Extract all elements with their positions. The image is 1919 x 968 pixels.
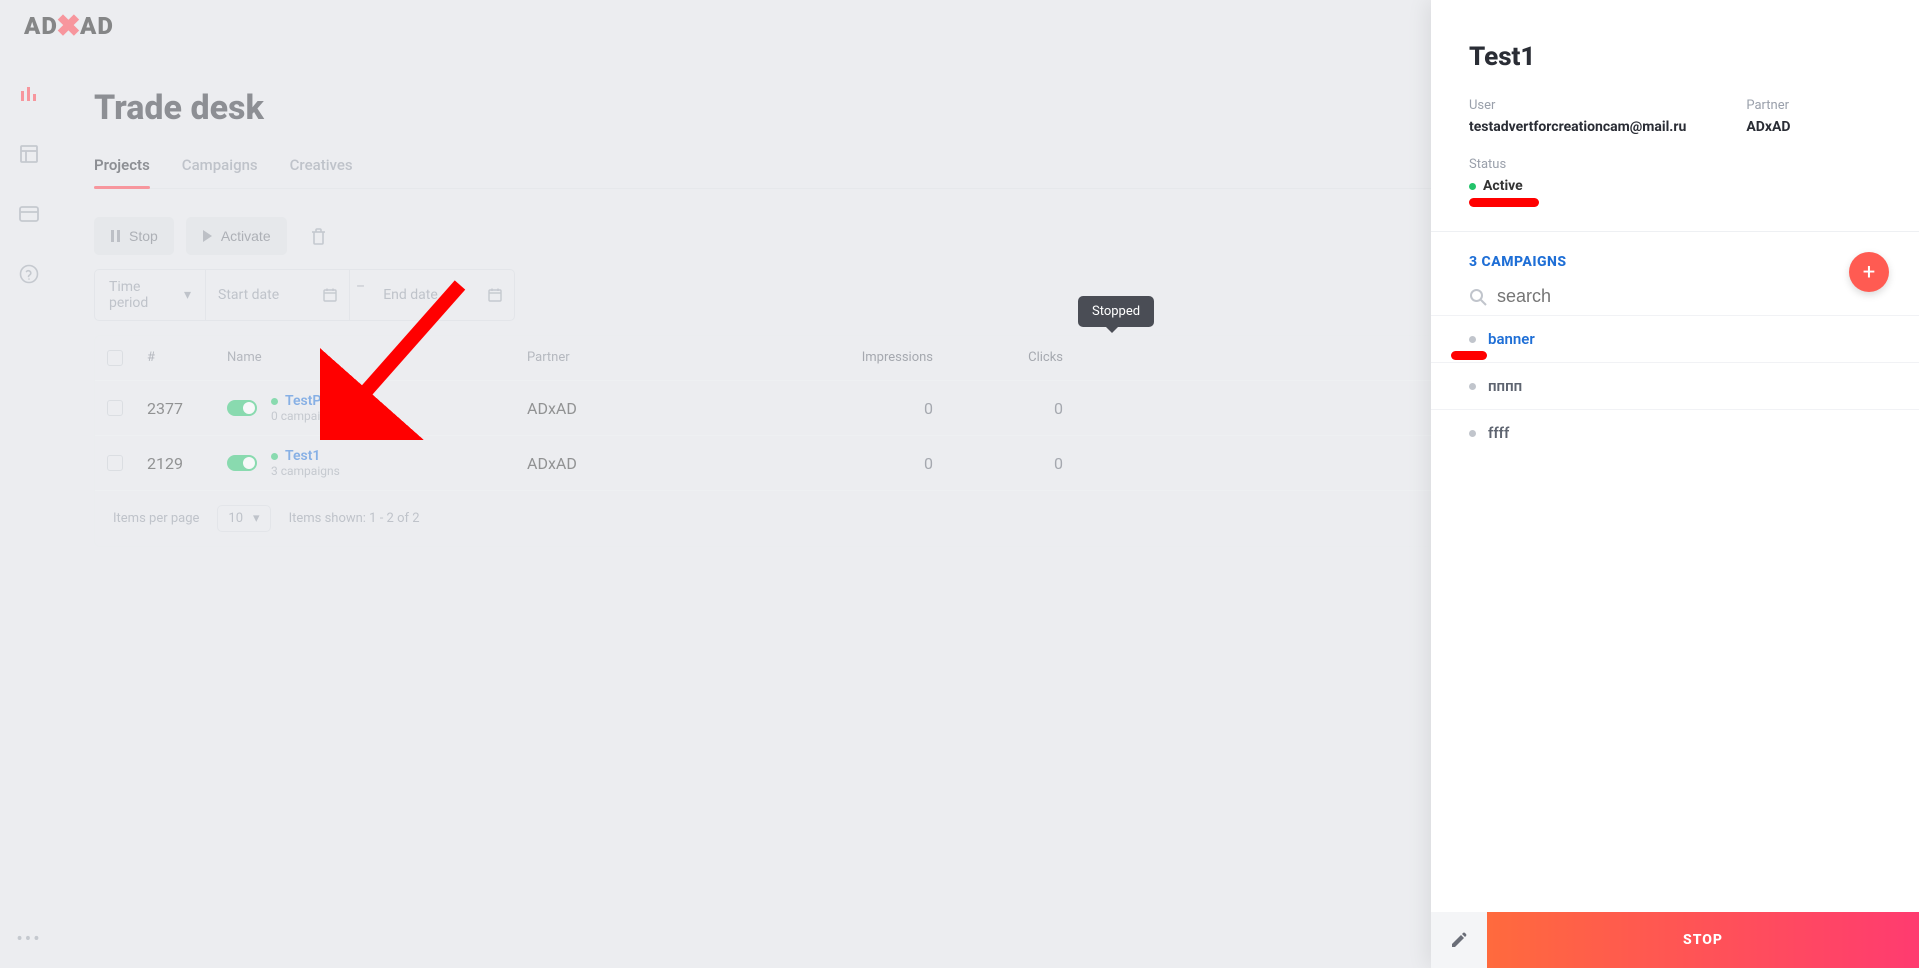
panel-stop-label: STOP: [1683, 932, 1723, 948]
calendar-icon: [323, 288, 337, 302]
partner-value: ADxAD: [1746, 119, 1790, 135]
period-label: Time period: [109, 279, 174, 311]
tab-campaigns[interactable]: Campaigns: [182, 156, 258, 188]
row-impressions: 0: [787, 454, 957, 473]
user-label: User: [1469, 98, 1686, 113]
row-checkbox[interactable]: [107, 455, 123, 471]
row-partner: ADxAD: [527, 454, 787, 473]
stop-label: Stop: [129, 228, 158, 244]
play-icon: [202, 230, 213, 242]
project-link[interactable]: TestProject: [285, 393, 357, 409]
stop-button[interactable]: Stop: [94, 217, 174, 255]
campaign-name: ffff: [1488, 424, 1509, 442]
activate-button[interactable]: Activate: [186, 217, 287, 255]
sidebar-item-layout[interactable]: [17, 142, 41, 166]
campaign-search[interactable]: [1431, 280, 1919, 315]
date-separator: –: [350, 269, 371, 321]
campaign-item-banner[interactable]: banner: [1431, 315, 1919, 362]
logo[interactable]: AD ✖ AD: [24, 9, 114, 44]
items-shown: Items shown: 1 - 2 of 2: [289, 511, 420, 526]
select-all-checkbox[interactable]: [107, 350, 123, 366]
panel-stop-button[interactable]: STOP: [1487, 912, 1919, 968]
delete-button[interactable]: [299, 217, 339, 255]
start-placeholder: Start date: [218, 287, 279, 303]
end-placeholder: End date: [383, 287, 438, 303]
stopped-dot-icon: [1469, 383, 1476, 390]
project-sub: 0 campaigns: [271, 409, 357, 423]
start-date-input[interactable]: Start date: [206, 269, 350, 321]
col-id: #: [147, 350, 227, 366]
time-period-select[interactable]: Time period ▾: [94, 269, 206, 321]
edit-button[interactable]: [1431, 912, 1487, 968]
end-date-input[interactable]: End date: [371, 269, 515, 321]
stopped-dot-icon: [1469, 336, 1476, 343]
project-sub: 3 campaigns: [271, 464, 340, 478]
sidebar: •••: [0, 52, 58, 968]
row-impressions: 0: [787, 399, 957, 418]
campaign-item[interactable]: пппп: [1431, 362, 1919, 409]
chevron-down-icon: ▾: [184, 287, 191, 303]
campaign-item[interactable]: ffff: [1431, 409, 1919, 456]
col-impressions: Impressions: [787, 350, 957, 366]
search-icon: [1469, 288, 1487, 306]
panel-title: Test1: [1469, 42, 1881, 72]
row-name-cell: Test1 3 campaigns: [227, 448, 527, 478]
sidebar-more-icon[interactable]: •••: [16, 927, 41, 950]
stopped-dot-icon: [1469, 430, 1476, 437]
status-value: Active: [1469, 178, 1881, 194]
user-value: testadvertforcreationcam@mail.ru: [1469, 119, 1686, 135]
panel-footer: STOP: [1431, 912, 1919, 968]
project-link[interactable]: Test1: [285, 448, 320, 464]
sidebar-item-card[interactable]: [17, 202, 41, 226]
col-partner: Partner: [527, 350, 787, 366]
tooltip-text: Stopped: [1092, 304, 1140, 319]
status-text: Active: [1483, 178, 1523, 194]
search-input[interactable]: [1497, 286, 1881, 307]
tab-creatives[interactable]: Creatives: [290, 156, 353, 188]
sidebar-item-help[interactable]: [17, 262, 41, 286]
sidebar-item-analytics[interactable]: [17, 82, 41, 106]
row-clicks: 0: [957, 454, 1087, 473]
row-name-cell: TestProject 0 campaigns: [227, 393, 527, 423]
annotation-underline-icon: [1469, 198, 1539, 207]
status-dot-icon: [271, 398, 278, 405]
logo-x-icon: ✖: [56, 9, 82, 44]
annotation-underline-icon: [1451, 351, 1487, 360]
campaigns-heading: 3 CAMPAIGNS: [1469, 254, 1881, 270]
tooltip-stopped: Stopped: [1078, 296, 1154, 327]
col-name: Name: [227, 350, 527, 366]
row-clicks: 0: [957, 399, 1087, 418]
activate-label: Activate: [221, 228, 271, 244]
row-id: 2129: [147, 454, 227, 473]
active-toggle[interactable]: [227, 400, 257, 416]
row-checkbox[interactable]: [107, 400, 123, 416]
pause-icon: [110, 230, 121, 242]
calendar-icon: [488, 288, 502, 302]
project-side-panel: Test1 User testadvertforcreationcam@mail…: [1431, 0, 1919, 968]
pencil-icon: [1450, 931, 1468, 949]
status-label: Status: [1469, 157, 1881, 172]
row-id: 2377: [147, 399, 227, 418]
status-dot-icon: [1469, 183, 1476, 190]
per-page-value: 10: [228, 511, 243, 526]
tab-projects[interactable]: Projects: [94, 156, 150, 188]
partner-label: Partner: [1746, 98, 1790, 113]
logo-left: AD: [24, 12, 58, 40]
chevron-down-icon: ▾: [253, 511, 260, 526]
logo-right: AD: [80, 12, 114, 40]
campaign-name: banner: [1488, 330, 1535, 348]
col-clicks: Clicks: [957, 350, 1087, 366]
status-dot-icon: [271, 453, 278, 460]
campaign-name: пппп: [1488, 377, 1522, 395]
add-button[interactable]: +: [1849, 252, 1889, 292]
row-partner: ADxAD: [527, 399, 787, 418]
per-page-select[interactable]: 10 ▾: [217, 505, 270, 532]
plus-icon: +: [1863, 260, 1875, 285]
active-toggle[interactable]: [227, 455, 257, 471]
items-per-page-label: Items per page: [113, 511, 199, 526]
